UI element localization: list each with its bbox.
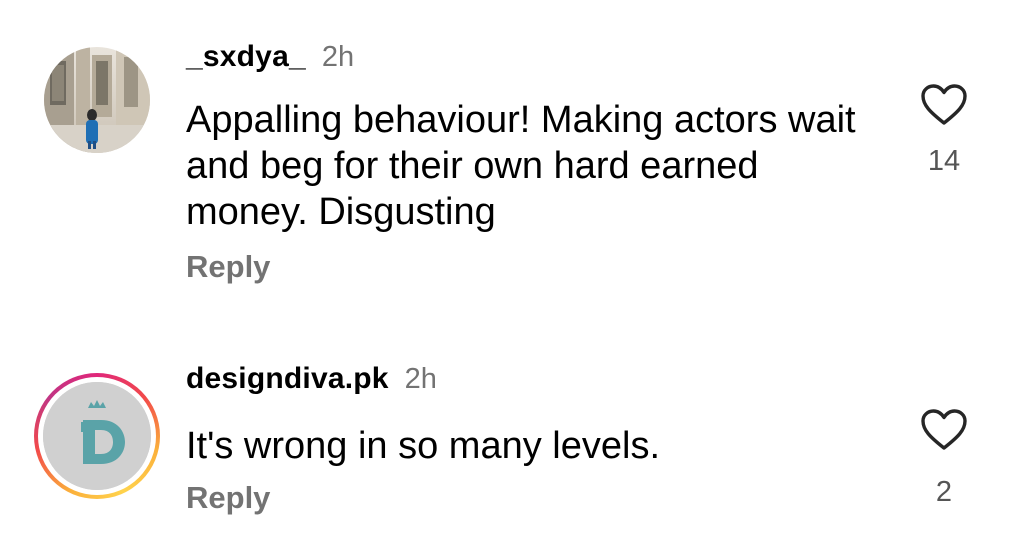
username[interactable]: designdiva.pk bbox=[186, 362, 389, 396]
photo-avatar-icon bbox=[44, 47, 150, 153]
comment-header: _sxdya_ 2h bbox=[186, 40, 354, 74]
comment-item: designdiva.pk 2h It's wrong in so many l… bbox=[0, 320, 1024, 550]
comment-text: It's wrong in so many levels. bbox=[186, 425, 660, 467]
reply-button[interactable]: Reply bbox=[186, 249, 270, 285]
avatar[interactable] bbox=[34, 373, 160, 499]
like-count: 14 bbox=[927, 145, 961, 177]
comment-text: Appalling behaviour! Making actors wait … bbox=[186, 99, 856, 233]
like-control: 14 bbox=[916, 83, 972, 178]
heart-icon[interactable] bbox=[920, 83, 968, 127]
comment-time: 2h bbox=[321, 41, 355, 73]
like-control: 2 bbox=[916, 408, 972, 509]
heart-icon[interactable] bbox=[920, 408, 968, 452]
comment-item: _sxdya_ 2h Appalling behaviour! Making a… bbox=[0, 0, 1024, 300]
reply-button[interactable]: Reply bbox=[186, 480, 270, 516]
comment-time: 2h bbox=[404, 363, 437, 395]
like-count: 2 bbox=[935, 476, 953, 508]
comment-header: designdiva.pk 2h bbox=[186, 362, 437, 396]
username[interactable]: _sxdya_ bbox=[186, 40, 306, 74]
d-logo-avatar-icon bbox=[43, 382, 151, 490]
avatar[interactable] bbox=[44, 47, 150, 153]
